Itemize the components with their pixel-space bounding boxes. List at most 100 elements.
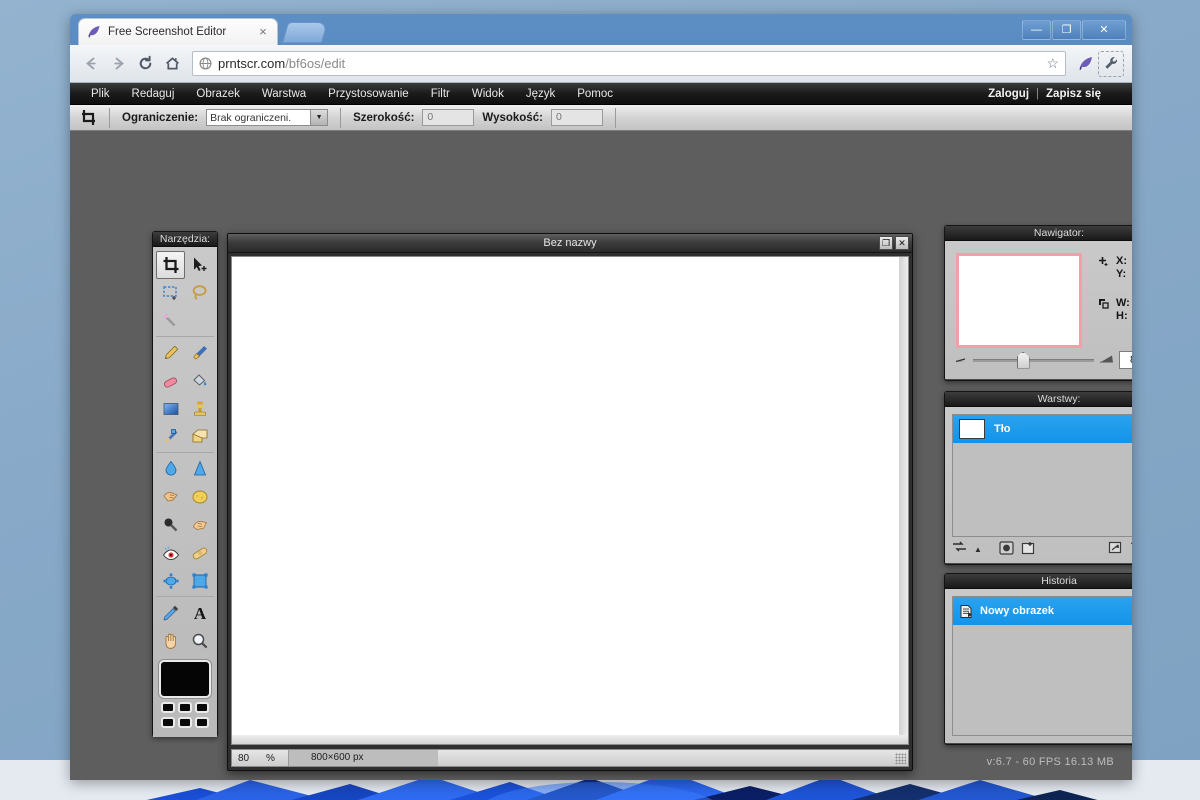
document-close-button[interactable]: ✕: [895, 236, 909, 250]
new-tab-button[interactable]: [282, 22, 328, 43]
crop-icon[interactable]: [80, 109, 97, 126]
signup-link[interactable]: Zapisz się: [1039, 88, 1108, 100]
menu-item-plik[interactable]: Plik: [80, 83, 121, 105]
tool-red-eye[interactable]: [156, 539, 185, 567]
foreground-color-swatch[interactable]: [159, 660, 211, 698]
layer-mask-icon[interactable]: [999, 541, 1014, 558]
menu-item-jezyk[interactable]: Język: [515, 83, 566, 105]
tool-crop[interactable]: [156, 251, 185, 279]
zoom-in-icon[interactable]: [1099, 354, 1114, 367]
constraint-value: Brak ograniczeni.: [210, 112, 291, 124]
tool-eyedropper[interactable]: [156, 599, 185, 627]
menu-item-pomoc[interactable]: Pomoc: [566, 83, 624, 105]
zoom-out-icon[interactable]: [955, 354, 968, 366]
forward-icon[interactable]: [105, 50, 132, 77]
palette-swatch-2[interactable]: [178, 702, 192, 713]
layers-list[interactable]: Tło: [952, 414, 1132, 537]
history-row[interactable]: Nowy obrazek: [953, 597, 1132, 625]
back-icon[interactable]: [78, 50, 105, 77]
navigator-zoom-slider[interactable]: 80 %: [955, 350, 1132, 370]
tool-hand[interactable]: [156, 627, 185, 655]
palette-swatch-6[interactable]: [195, 717, 209, 728]
tool-lasso-select[interactable]: [185, 279, 214, 307]
blend-mode-icon[interactable]: [952, 541, 967, 558]
tool-pencil[interactable]: [156, 339, 185, 367]
blend-mode-arrow-icon[interactable]: ▲: [974, 545, 982, 554]
navigator-zoom-input[interactable]: 80: [1119, 351, 1132, 369]
menu-item-warstwa[interactable]: Warstwa: [251, 83, 317, 105]
new-layer-icon[interactable]: [1021, 541, 1036, 558]
trash-icon[interactable]: [1130, 540, 1132, 558]
document-titlebar[interactable]: Bez nazwy ❐ ✕: [228, 234, 912, 253]
home-icon[interactable]: [159, 50, 186, 77]
canvas[interactable]: [231, 256, 909, 745]
address-bar[interactable]: prntscr.com/bf6os/edit ☆: [192, 51, 1066, 76]
tool-separator-2: [156, 452, 214, 453]
menu-item-widok[interactable]: Widok: [461, 83, 515, 105]
tool-dodge[interactable]: [156, 511, 185, 539]
tool-clone-stamp[interactable]: [185, 395, 214, 423]
tool-sponge[interactable]: [185, 483, 214, 511]
close-window-button[interactable]: ✕: [1082, 20, 1126, 40]
tool-burn[interactable]: [185, 511, 214, 539]
tool-bandaid[interactable]: [185, 539, 214, 567]
browser-tab[interactable]: Free Screenshot Editor ×: [78, 18, 278, 45]
navigator-slider-track[interactable]: [973, 359, 1094, 362]
close-icon[interactable]: ×: [255, 24, 271, 40]
canvas-horizontal-scrollbar[interactable]: [232, 735, 908, 744]
resize-grip[interactable]: [895, 753, 906, 764]
menu-item-filtr[interactable]: Filtr: [420, 83, 461, 105]
constraint-dropdown[interactable]: Brak ograniczeni. ▼: [206, 109, 328, 126]
feather-icon: [86, 24, 102, 40]
tool-magic-wand[interactable]: [156, 307, 185, 335]
tool-warp[interactable]: [156, 567, 185, 595]
palette-swatch-4[interactable]: [161, 717, 175, 728]
browser-toolbar: prntscr.com/bf6os/edit ☆: [70, 45, 1132, 83]
layer-thumbnail[interactable]: [959, 419, 985, 439]
palette-swatch-1[interactable]: [161, 702, 175, 713]
options-divider: [109, 108, 110, 128]
palette-swatch-5[interactable]: [178, 717, 192, 728]
palette-swatch-3[interactable]: [195, 702, 209, 713]
reload-icon[interactable]: [132, 50, 159, 77]
menu-item-obrazek[interactable]: Obrazek: [185, 83, 250, 105]
tool-brush[interactable]: [185, 339, 214, 367]
login-link[interactable]: Zaloguj: [981, 88, 1036, 100]
tool-perspective[interactable]: [185, 567, 214, 595]
wrench-menu-icon[interactable]: [1098, 51, 1124, 77]
menu-item-redaguj[interactable]: Redaguj: [121, 83, 186, 105]
chevron-down-icon[interactable]: ▼: [310, 110, 327, 125]
tool-blur[interactable]: [156, 455, 185, 483]
tool-paint-bucket[interactable]: [185, 367, 214, 395]
tool-smudge[interactable]: [156, 483, 185, 511]
tool-gradient[interactable]: [156, 395, 185, 423]
document-maximize-button[interactable]: ❐: [879, 236, 893, 250]
height-input[interactable]: 0: [551, 109, 603, 126]
duplicate-layer-icon[interactable]: [1108, 541, 1123, 558]
tool-eraser[interactable]: [156, 367, 185, 395]
tools-panel: Narzędzia:: [152, 231, 218, 737]
width-input[interactable]: 0: [422, 109, 474, 126]
tool-rectangle-select[interactable]: [156, 279, 185, 307]
tool-move[interactable]: [185, 251, 214, 279]
tool-color-replace[interactable]: [156, 423, 185, 451]
menu-item-przystosowanie[interactable]: Przystosowanie: [317, 83, 420, 105]
tool-options-bar: Ograniczenie: Brak ograniczeni. ▼ Szerok…: [70, 105, 1132, 131]
bookmark-star-icon[interactable]: ☆: [1046, 55, 1059, 72]
layer-row[interactable]: Tło: [953, 415, 1132, 443]
tool-zoom[interactable]: [185, 627, 214, 655]
feather-extension-icon[interactable]: [1072, 51, 1098, 77]
tool-text[interactable]: A: [185, 599, 214, 627]
restore-button[interactable]: ❐: [1052, 20, 1081, 40]
tools-panel-body: A: [153, 247, 217, 737]
navigator-slider-thumb[interactable]: [1017, 352, 1030, 369]
status-zoom-value[interactable]: 80: [232, 753, 266, 764]
tool-shape[interactable]: [185, 423, 214, 451]
minimize-button[interactable]: —: [1022, 20, 1051, 40]
history-list[interactable]: Nowy obrazek: [952, 596, 1132, 736]
window-controls: — ❐ ✕: [1022, 20, 1126, 40]
navigator-wh-labels: W: H:: [1116, 297, 1130, 323]
canvas-vertical-scrollbar[interactable]: [899, 257, 908, 744]
tool-sharpen[interactable]: [185, 455, 214, 483]
navigator-thumbnail[interactable]: [956, 253, 1082, 348]
